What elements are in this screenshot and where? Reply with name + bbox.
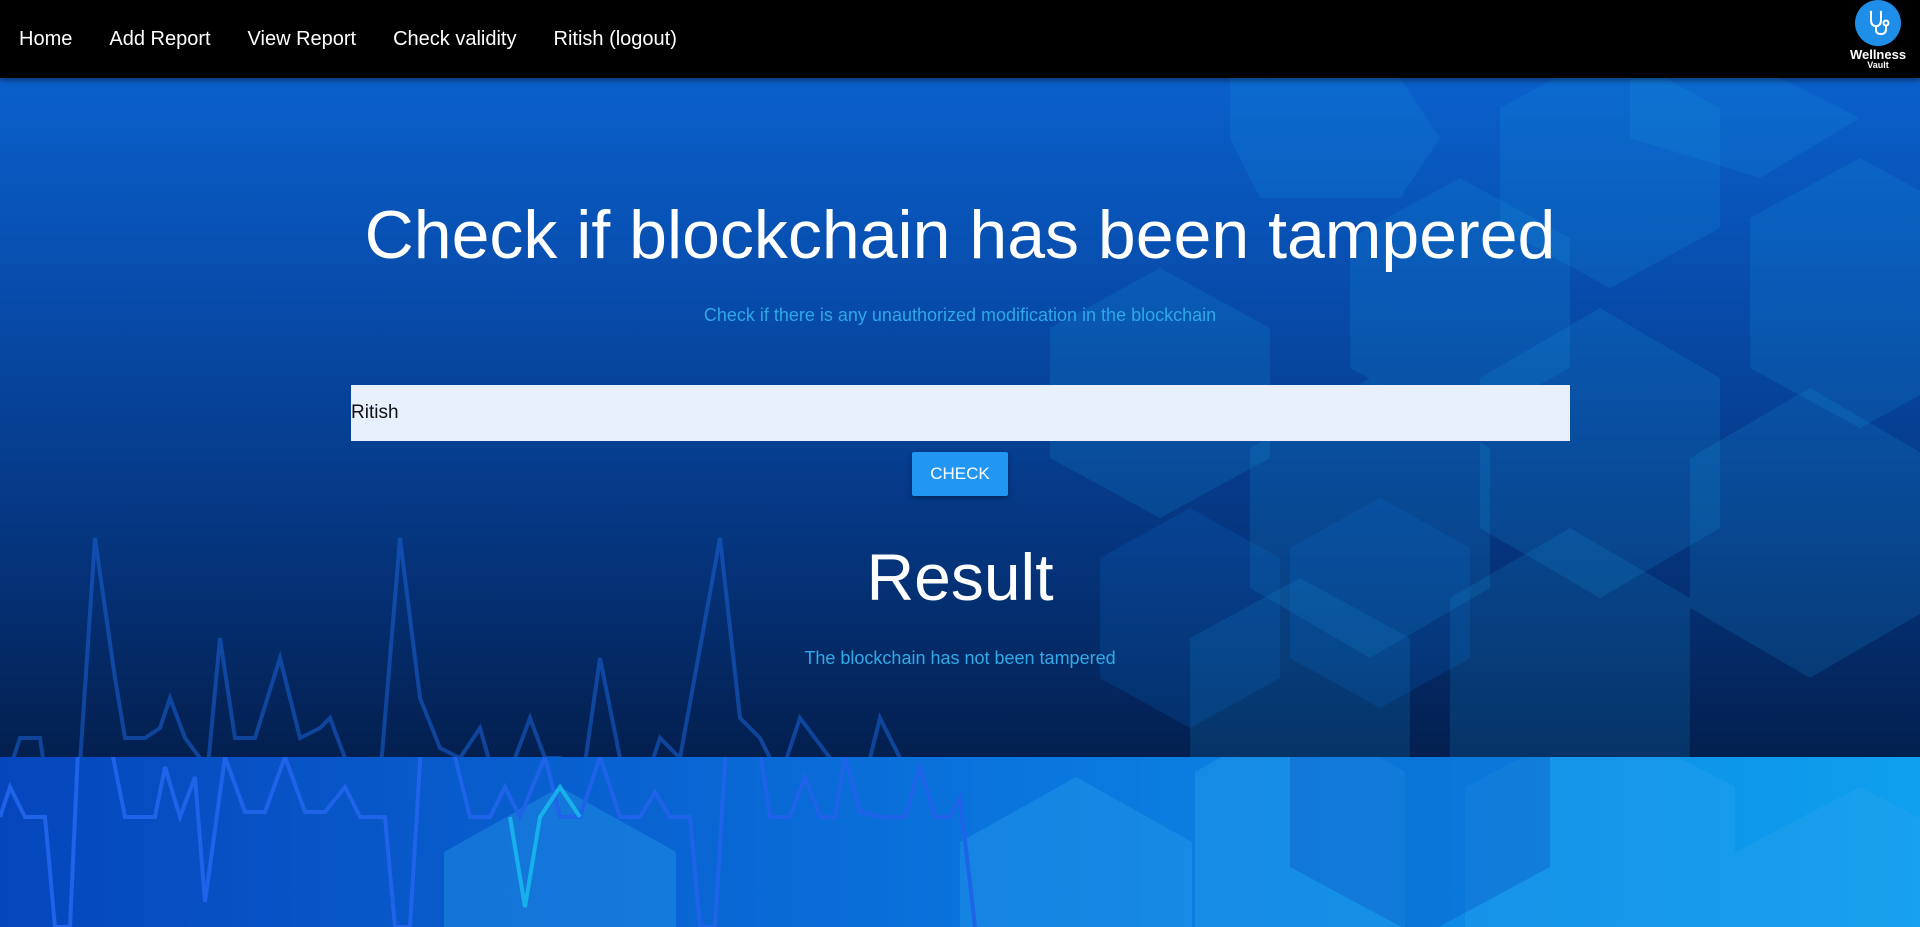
nav-links: Home Add Report View Report Check validi… [0, 0, 714, 78]
page-title: Check if blockchain has been tampered [364, 197, 1556, 273]
brand-logo[interactable]: Wellness Vault [1848, 0, 1908, 78]
bottom-band [0, 757, 1920, 927]
nav-link-logout[interactable]: Ritish (logout) [554, 28, 677, 51]
nav-link-home[interactable]: Home [19, 28, 72, 51]
check-button[interactable]: CHECK [912, 452, 1008, 496]
name-input[interactable] [351, 385, 1570, 441]
result-title: Result [866, 540, 1054, 614]
content: Check if blockchain has been tampered Ch… [0, 78, 1920, 757]
nav-link-add-report[interactable]: Add Report [109, 28, 210, 51]
heartbeat-band-pattern [0, 757, 1920, 927]
page-subtitle: Check if there is any unauthorized modif… [703, 305, 1217, 325]
navbar: Home Add Report View Report Check validi… [0, 0, 1920, 78]
nav-link-view-report[interactable]: View Report [248, 28, 357, 51]
nav-link-check-validity[interactable]: Check validity [393, 28, 516, 51]
brand-subname: Vault [1867, 60, 1889, 70]
result-text: The blockchain has not been tampered [804, 648, 1116, 668]
stethoscope-icon [1855, 0, 1901, 46]
